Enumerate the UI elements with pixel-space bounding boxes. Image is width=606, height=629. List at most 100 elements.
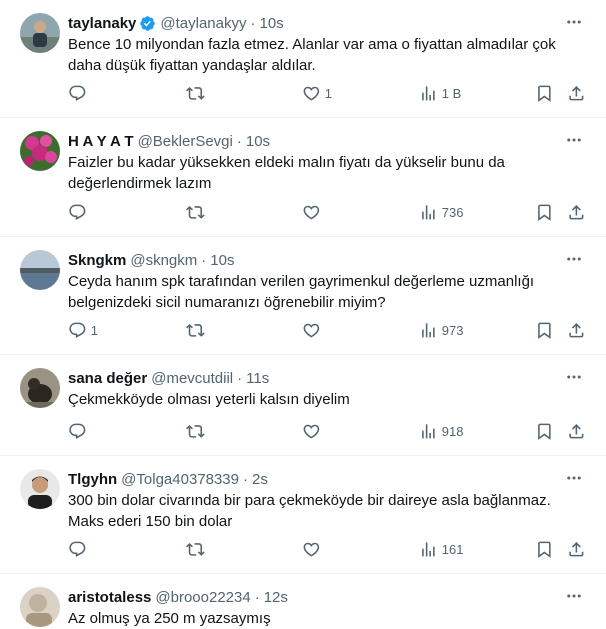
avatar[interactable] (20, 368, 60, 408)
like-button[interactable] (302, 420, 325, 442)
views-button[interactable]: 161 (419, 538, 463, 560)
timestamp[interactable]: 12s (264, 589, 288, 606)
avatar[interactable] (20, 250, 60, 290)
timestamp[interactable]: 10s (260, 15, 284, 32)
tweet[interactable]: aristotaless @brooo22234 · 12s Az olmuş … (0, 574, 606, 628)
tweet-text: Bence 10 milyondan fazla etmez. Alanlar … (68, 36, 556, 74)
share-button[interactable] (567, 82, 586, 104)
share-button[interactable] (567, 538, 586, 560)
retweet-button[interactable] (186, 82, 209, 104)
retweet-button[interactable] (186, 319, 209, 341)
avatar[interactable] (20, 469, 60, 509)
tweet-actions: 1 973 (68, 319, 586, 341)
views-count: 161 (441, 541, 464, 557)
reply-icon (69, 85, 86, 101)
bookmark-button[interactable] (535, 201, 554, 223)
views-button[interactable]: 918 (419, 420, 463, 442)
reply-button[interactable] (68, 82, 91, 104)
retweet-icon (186, 424, 205, 438)
tweet-actions: 736 (68, 201, 586, 223)
bookmark-button[interactable] (535, 420, 554, 442)
timestamp[interactable]: 11s (246, 370, 269, 387)
author-name[interactable]: taylanaky (68, 15, 136, 32)
reply-button[interactable] (68, 538, 91, 560)
tweet-actions: 161 (68, 538, 586, 560)
share-icon (569, 541, 584, 557)
author-name[interactable]: H A Y A T (68, 133, 134, 150)
tweet-header: H A Y A T @BeklerSevgi · 10s (68, 131, 556, 151)
share-button[interactable] (567, 420, 586, 442)
timestamp[interactable]: 10s (210, 252, 234, 269)
more-horizontal-icon[interactable] (564, 468, 584, 488)
views-button[interactable]: 1 B (419, 82, 461, 104)
tweet[interactable]: taylanaky @taylanakyy · 10s Bence 10 mil… (0, 0, 606, 118)
author-handle[interactable]: @BeklerSevgi (138, 133, 233, 150)
heart-icon (303, 86, 320, 101)
more-horizontal-icon[interactable] (564, 12, 584, 32)
retweet-button[interactable] (186, 420, 209, 442)
like-button[interactable] (302, 201, 325, 223)
author-name[interactable]: Tlgyhn (68, 471, 117, 488)
more-horizontal-icon[interactable] (564, 130, 584, 150)
views-icon (422, 85, 435, 101)
bookmark-icon (538, 423, 551, 440)
tweet[interactable]: Tlgyhn @Tolga40378339 · 2s 300 bin dolar… (0, 456, 606, 574)
author-name[interactable]: Skngkm (68, 252, 126, 269)
bookmark-button[interactable] (535, 538, 554, 560)
separator-dot: · (236, 132, 242, 150)
bookmark-button[interactable] (535, 319, 554, 341)
author-name[interactable]: sana değer (68, 370, 147, 387)
timeline-feed: taylanaky @taylanakyy · 10s Bence 10 mil… (0, 0, 606, 628)
views-count: 1 B (441, 85, 462, 101)
reply-button[interactable] (68, 420, 91, 442)
bookmark-icon (538, 85, 551, 102)
more-horizontal-icon[interactable] (564, 586, 584, 606)
more-horizontal-icon[interactable] (564, 249, 584, 269)
avatar[interactable] (20, 587, 60, 627)
tweet-text: Az olmuş ya 250 m yazsaymış (68, 610, 271, 627)
heart-icon (303, 323, 320, 338)
views-button[interactable]: 973 (419, 319, 463, 341)
like-button[interactable] (302, 319, 325, 341)
tweet[interactable]: sana değer @mevcutdiil · 11s Çekmekköyde… (0, 355, 606, 456)
more-horizontal-icon[interactable] (564, 367, 584, 387)
author-handle[interactable]: @Tolga40378339 (121, 471, 239, 488)
tweet-text: Çekmekköyde olması yeterli kalsın diyeli… (68, 391, 350, 408)
timestamp[interactable]: 10s (246, 133, 270, 150)
share-icon (569, 204, 584, 220)
reply-button[interactable] (68, 201, 91, 223)
tweet[interactable]: Skngkm @skngkm · 10s Ceyda hanım spk tar… (0, 237, 606, 355)
avatar[interactable] (20, 131, 60, 171)
heart-icon (303, 542, 320, 557)
tweet-actions: 1 1 B (68, 82, 586, 104)
share-button[interactable] (567, 201, 586, 223)
views-button[interactable]: 736 (419, 201, 463, 223)
bookmark-button[interactable] (535, 82, 554, 104)
reply-button[interactable]: 1 (68, 319, 98, 341)
author-handle[interactable]: @mevcutdiil (151, 370, 233, 387)
retweet-button[interactable] (186, 538, 209, 560)
tweet-header: Tlgyhn @Tolga40378339 · 2s (68, 469, 556, 489)
retweet-icon (186, 205, 205, 219)
separator-dot: · (254, 588, 260, 606)
author-name[interactable]: aristotaless (68, 589, 151, 606)
bookmark-icon (538, 322, 551, 339)
views-icon (422, 541, 435, 557)
retweet-button[interactable] (186, 201, 209, 223)
like-button[interactable] (302, 538, 325, 560)
views-count: 736 (441, 204, 464, 220)
share-button[interactable] (567, 319, 586, 341)
tweet-actions: 918 (68, 420, 586, 442)
retweet-icon (186, 542, 205, 556)
timestamp[interactable]: 2s (252, 471, 268, 488)
author-handle[interactable]: @taylanakyy (160, 15, 246, 32)
like-button[interactable]: 1 (302, 82, 332, 104)
tweet-text: 300 bin dolar civarında bir para çekmekö… (68, 492, 551, 530)
tweet[interactable]: H A Y A T @BeklerSevgi · 10s Faizler bu … (0, 118, 606, 237)
bookmark-icon (538, 541, 551, 558)
author-handle[interactable]: @skngkm (130, 252, 197, 269)
reply-icon (69, 541, 86, 557)
author-handle[interactable]: @brooo22234 (155, 589, 250, 606)
avatar[interactable] (20, 13, 60, 53)
views-icon (422, 204, 435, 220)
